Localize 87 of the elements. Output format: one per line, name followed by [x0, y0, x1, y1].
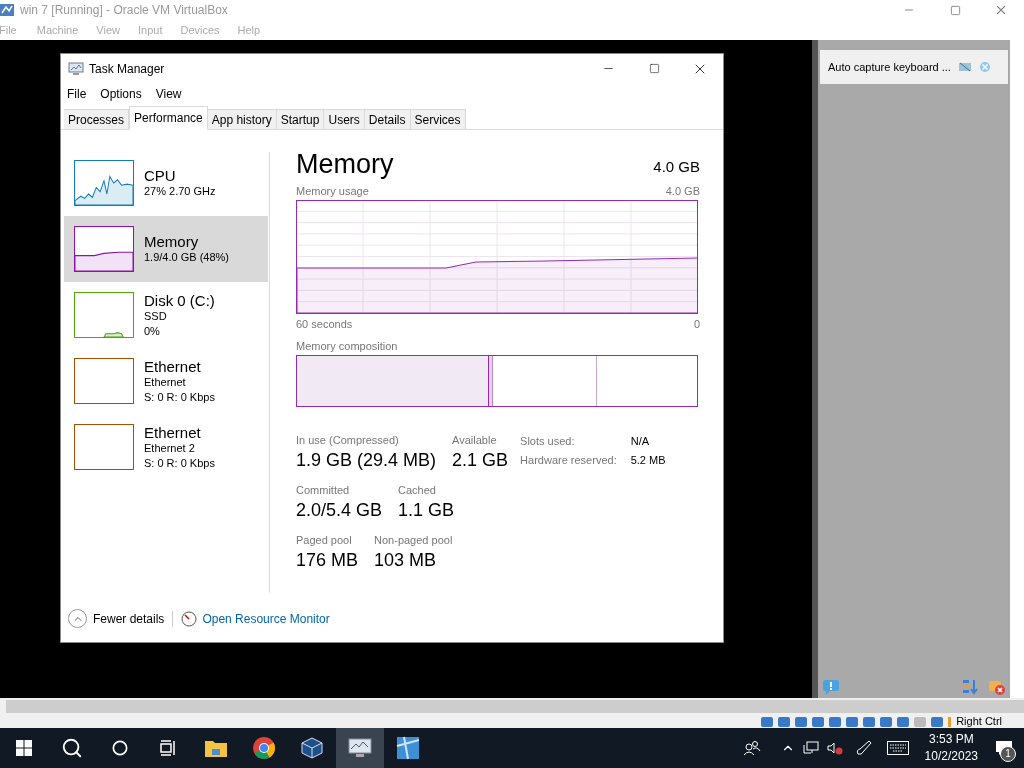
resource-item[interactable]: Disk 0 (C:) SSD 0%	[64, 282, 268, 348]
resource-item[interactable]: Memory 1.9/4.0 GB (48%)	[64, 216, 268, 282]
stat-value: 2.1 GB	[452, 448, 509, 472]
cube-icon	[301, 737, 323, 759]
detail-value: N/A	[630, 433, 651, 449]
graph-max-label: 4.0 GB	[665, 184, 700, 199]
resource-detail: Ethernet 2	[144, 440, 196, 456]
detail-value: 5.2 MB	[630, 453, 666, 468]
clock[interactable]: 3:53 PM 10/2/2023	[918, 731, 984, 765]
window-title: win 7 [Running] - Oracle VM VirtualBox	[20, 2, 228, 19]
menu-item[interactable]: File	[67, 84, 87, 103]
resource-item[interactable]: Ethernet Ethernet S: 0 R: 0 Kbps	[64, 348, 268, 414]
detail-label: Slots used:	[520, 433, 576, 449]
windows-logo-icon	[16, 740, 32, 756]
graph-label: Memory composition	[296, 339, 399, 354]
resource-name: Ethernet	[144, 423, 202, 441]
resource-name: CPU	[144, 167, 177, 184]
resource-item[interactable]: Ethernet Ethernet 2 S: 0 R: 0 Kbps	[64, 414, 268, 480]
keyboard-capture-icon	[958, 62, 971, 72]
clock-time: 3:53 PM	[928, 731, 974, 748]
monitor-icon	[68, 61, 84, 76]
speaker-muted-icon[interactable]	[826, 741, 843, 755]
maximize-icon	[949, 4, 961, 16]
device-icons-drawing[interactable]	[761, 715, 952, 728]
task-manager-button[interactable]	[336, 728, 384, 768]
folder-icon	[204, 738, 228, 758]
stat-label: Non-paged pool	[374, 532, 453, 547]
tab[interactable]: Startup	[276, 109, 325, 130]
horizontal-scrollbar[interactable]	[6, 700, 1024, 713]
circle-icon	[112, 740, 128, 756]
tab[interactable]: Details	[364, 109, 411, 130]
resource-detail: S: 0 R: 0 Kbps	[144, 389, 215, 405]
close-icon	[994, 3, 1008, 17]
resource-name: Ethernet	[144, 357, 202, 375]
resource-name: Memory	[144, 233, 200, 250]
tab[interactable]: Processes	[64, 109, 130, 130]
tab[interactable]: Services	[410, 109, 466, 130]
time-axis-label: 0	[693, 316, 700, 332]
keyboard-icon[interactable]	[886, 741, 909, 755]
tab[interactable]: Performance	[129, 106, 208, 130]
notification-count-badge: 1	[1000, 746, 1016, 762]
stat-label: Committed	[296, 482, 351, 497]
tab[interactable]: App history	[207, 109, 277, 130]
menu-item[interactable]: Options	[100, 84, 142, 103]
stat-value: 103 MB	[374, 548, 438, 572]
resource-detail: 0%	[144, 323, 161, 339]
tab[interactable]: Users	[324, 109, 365, 130]
clock-date: 10/2/2023	[924, 748, 978, 765]
maximize-icon	[648, 63, 660, 74]
stat-label: Cached	[398, 482, 437, 497]
resource-item[interactable]: CPU 27% 2.70 GHz	[64, 150, 268, 216]
window-tile-icon	[396, 736, 420, 760]
memory-heading: Memory	[296, 148, 394, 180]
menu-item[interactable]: View	[155, 84, 182, 103]
network-icon[interactable]	[802, 741, 819, 755]
detail-label: Hardware reserved:	[520, 453, 617, 468]
resource-name: Disk 0 (C:)	[144, 291, 215, 309]
window-title: Task Manager	[89, 60, 165, 78]
task-view-icon	[160, 740, 176, 756]
stat-value: 176 MB	[296, 548, 359, 572]
monitor-icon	[348, 738, 372, 758]
stat-label: Paged pool	[296, 532, 353, 547]
search-icon	[61, 737, 83, 759]
time-axis-label: 60 seconds	[296, 316, 353, 332]
pen-icon[interactable]	[854, 740, 873, 756]
gauge-icon	[181, 610, 198, 627]
notification-text: Auto capture keyboard ...	[828, 59, 951, 75]
stat-value: 1.1 GB	[398, 498, 455, 522]
host-key-label: Right Ctrl	[956, 715, 1002, 728]
browser-logo-icon	[252, 736, 276, 760]
resource-detail: SSD	[144, 308, 168, 324]
resource-detail: 1.9/4.0 GB (48%)	[144, 250, 229, 265]
memory-total: 4.0 GB	[653, 156, 700, 177]
stat-label: Available	[452, 432, 498, 447]
stat-value: 1.9 GB (29.4 MB)	[296, 448, 437, 472]
stat-label: In use (Compressed)	[296, 432, 400, 447]
graph-label: Memory usage	[296, 184, 369, 199]
resource-monitor-link[interactable]: Open Resource Monitor	[181, 609, 330, 628]
resource-detail: 27% 2.70 GHz	[144, 184, 216, 199]
fewer-details-button[interactable]: Fewer details	[68, 609, 165, 628]
resource-detail: Ethernet	[144, 374, 187, 390]
error-icon[interactable]	[988, 678, 1006, 696]
people-icon[interactable]	[742, 740, 761, 756]
resource-detail: S: 0 R: 0 Kbps	[144, 455, 215, 471]
message-icon[interactable]	[822, 678, 840, 696]
notification-center-button[interactable]: 1	[984, 728, 1024, 768]
stat-value: 2.0/5.4 GB	[296, 498, 383, 522]
